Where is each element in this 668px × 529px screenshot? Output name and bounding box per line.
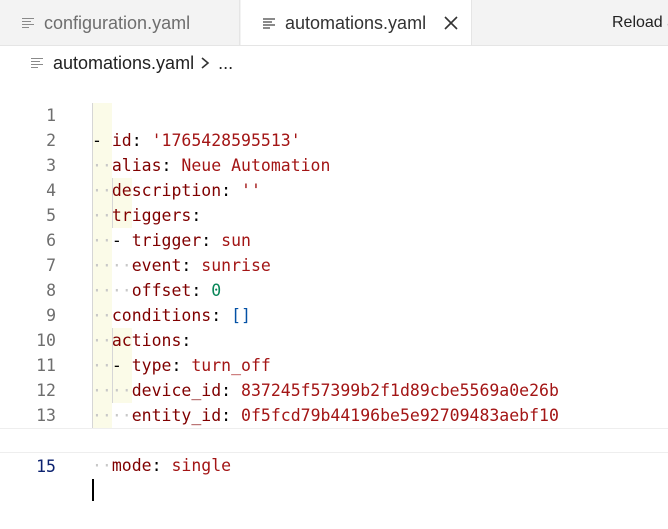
line-number: 15 (36, 457, 56, 476)
code-line: 1 - id: '1765428595513' (0, 78, 668, 150)
code-line: 7 ····offset: 0 (0, 228, 668, 300)
reload-button[interactable]: Reload a (612, 0, 668, 45)
file-lines-icon (22, 17, 34, 29)
breadcrumb: automations.yaml ... (31, 50, 233, 76)
code-line: 12 ····entity_id: 0f5fcd79b44196be5e9270… (0, 353, 668, 425)
text-cursor (92, 479, 94, 501)
breadcrumb-file[interactable]: automations.yaml (53, 53, 194, 74)
file-lines-icon (31, 57, 43, 69)
tab-configuration-yaml[interactable]: configuration.yaml (0, 0, 240, 45)
code-line: 2 ··alias: Neue Automation (0, 103, 668, 175)
file-lines-icon (263, 18, 275, 29)
code-line: 14 ··mode: single (0, 403, 668, 475)
tab-automations-yaml[interactable]: automations.yaml (241, 0, 472, 45)
close-icon[interactable] (442, 14, 460, 32)
code-line: 6 ····event: sunrise (0, 203, 668, 275)
chevron-right-icon (201, 57, 210, 69)
code-line-current[interactable]: 15 (0, 428, 668, 501)
code-line: 11 ····device_id: 837245f57399b2f1d89cbe… (0, 328, 668, 400)
code-line: 4 ··triggers: (0, 153, 668, 225)
yaml-value: single (171, 456, 232, 475)
tab-label: automations.yaml (285, 13, 427, 33)
code-line: 5 ··- trigger: sun (0, 178, 668, 250)
code-editor[interactable]: 1 - id: '1765428595513' 2 ··alias: Neue … (0, 78, 668, 501)
code-line: 3 ··description: '' (0, 128, 668, 200)
yaml-key: mode (111, 456, 152, 475)
yaml-colon: : (151, 456, 172, 475)
code-line: 10 ··- type: turn_off (0, 303, 668, 375)
tab-bar: configuration.yaml automations.yaml Relo… (0, 0, 668, 46)
tab-label: configuration.yaml (44, 12, 191, 33)
code-line: 13 ····domain: switch (0, 378, 668, 450)
code-line: 8 ··conditions: [] (0, 253, 668, 325)
breadcrumb-more[interactable]: ... (218, 53, 233, 74)
code-line: 9 ··actions: (0, 278, 668, 350)
